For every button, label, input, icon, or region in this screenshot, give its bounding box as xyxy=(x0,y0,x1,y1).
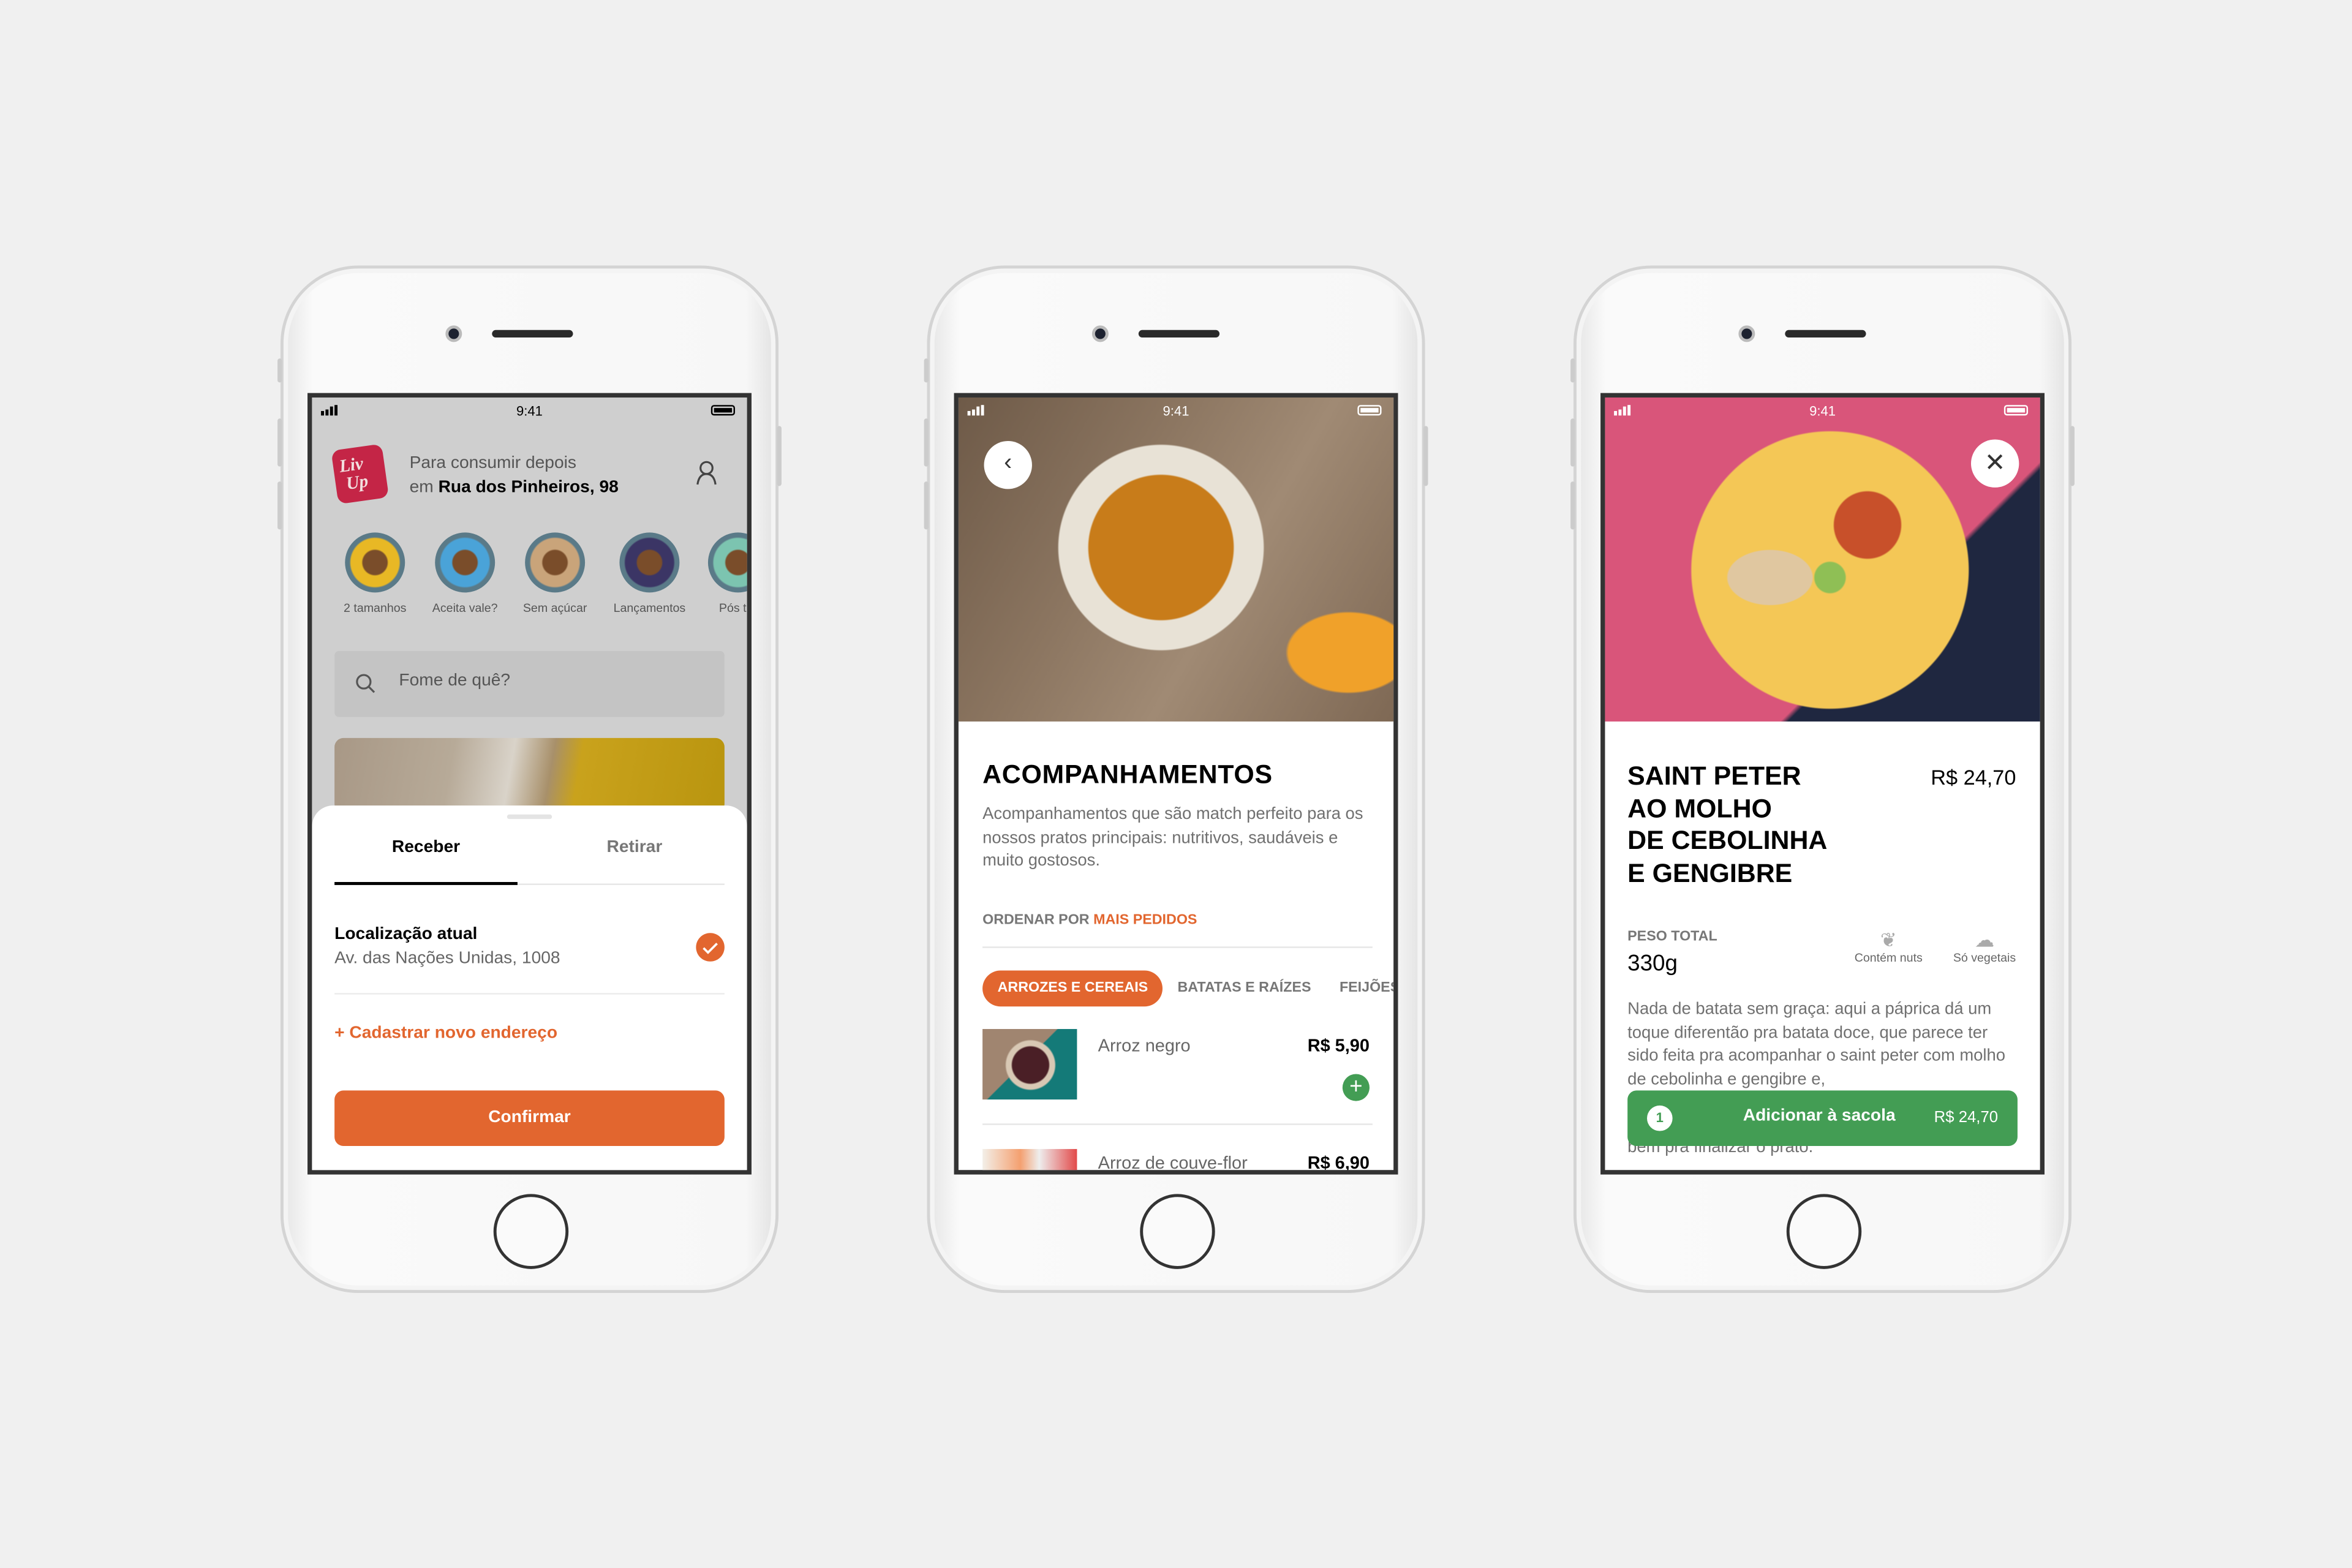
category-image xyxy=(345,532,405,593)
weight-value: 330g xyxy=(1627,951,1678,977)
category-item[interactable]: Lançamentos xyxy=(605,532,695,615)
close-icon: ✕ xyxy=(1984,448,2006,477)
camera xyxy=(445,325,462,342)
item-name[interactable]: Arroz de couve-flor xyxy=(1098,1152,1248,1170)
chip-arrozes[interactable]: ARROZES E CEREAIS xyxy=(982,970,1163,1007)
quantity-badge[interactable]: 1 xyxy=(1647,1105,1673,1131)
status-bar: 9:41 xyxy=(312,398,747,424)
add-to-bag-button[interactable]: 1 Adicionar à sacola R$ 24,70 xyxy=(1627,1090,2018,1147)
weight-label: PESO TOTAL xyxy=(1627,928,1717,945)
phone-product: 9:41 ✕ SAINT PETER AO MOLHO DE CEBOLINHA E … xyxy=(1570,265,2075,1294)
category-label: Sem açúcar xyxy=(522,601,587,616)
location-address: Av. das Nações Unidas, 1008 xyxy=(334,949,560,968)
category-image xyxy=(707,532,747,593)
status-time: 9:41 xyxy=(516,403,543,419)
sort-control[interactable]: ORDENAR POR MAIS PEDIDOS xyxy=(982,912,1197,929)
category-item[interactable]: Sem açúcar xyxy=(510,532,600,615)
check-icon[interactable] xyxy=(696,933,725,962)
user-icon[interactable] xyxy=(696,461,717,486)
category-label: Lançamentos xyxy=(613,601,686,616)
item-price: R$ 6,90 xyxy=(1307,1152,1370,1174)
search-placeholder: Fome de quê? xyxy=(399,672,511,690)
search-icon xyxy=(356,674,375,693)
tab-indicator xyxy=(334,882,518,885)
home-button[interactable] xyxy=(1786,1194,1862,1269)
home-button[interactable] xyxy=(1140,1194,1215,1269)
chip-feijoes[interactable]: FEIJÕES xyxy=(1340,971,1393,1007)
add-to-bag-price: R$ 24,70 xyxy=(1934,1108,1999,1127)
category-item[interactable]: Pós tre xyxy=(693,532,751,616)
page-title: ACOMPANHAMENTOS xyxy=(982,759,1273,790)
sheet-handle[interactable] xyxy=(507,814,552,820)
featured-image[interactable] xyxy=(334,737,725,813)
category-label: Aceita vale? xyxy=(432,601,498,616)
back-button[interactable]: ‹ xyxy=(984,441,1032,489)
nuts-icon: ❦ xyxy=(1880,928,1897,951)
location-title[interactable]: Localização atual xyxy=(334,925,477,943)
phone-category: 9:41 ‹ ACOMPANHAMENTOS Acompanhamentos q… xyxy=(924,265,1428,1294)
battery-icon xyxy=(710,405,736,416)
category-description: Acompanhamentos que são match perfeito p… xyxy=(982,805,1363,870)
category-label: Pós tre xyxy=(718,601,751,616)
speaker xyxy=(492,330,573,338)
plus-icon: + xyxy=(1349,1074,1363,1100)
category-screen: 9:41 ‹ ACOMPANHAMENTOS Acompanhamentos q… xyxy=(954,393,1398,1175)
item-name[interactable]: Arroz negro xyxy=(1098,1035,1191,1056)
liv-up-logo[interactable]: Liv Up xyxy=(331,443,390,505)
product-price: R$ 24,70 xyxy=(1931,764,2016,790)
chip-batatas[interactable]: BATATAS E RAÍZES xyxy=(1177,971,1311,1007)
tab-receber[interactable]: Receber xyxy=(334,839,518,856)
sort-value[interactable]: MAIS PEDIDOS xyxy=(1093,912,1197,929)
chevron-left-icon: ‹ xyxy=(1004,450,1012,476)
tag-nuts: ❦ Contém nuts xyxy=(1839,928,1938,965)
search-input[interactable]: Fome de quê? xyxy=(334,650,725,717)
delivery-address[interactable]: Para consumir depois em Rua dos Pinheiro… xyxy=(410,451,619,499)
product-screen: 9:41 ✕ SAINT PETER AO MOLHO DE CEBOLINHA E … xyxy=(1600,393,2045,1175)
add-item-button[interactable]: + xyxy=(1342,1074,1370,1101)
category-item[interactable]: Aceita vale? xyxy=(420,532,510,615)
add-address-link[interactable]: + Cadastrar novo endereço xyxy=(334,1025,557,1042)
close-button[interactable]: ✕ xyxy=(1970,439,2019,488)
tab-retirar[interactable]: Retirar xyxy=(529,839,739,856)
confirm-button[interactable]: Confirmar xyxy=(334,1090,725,1147)
address-text: Rua dos Pinheiros, 98 xyxy=(438,478,619,497)
hero-image xyxy=(958,397,1394,722)
address-prefix: em xyxy=(409,478,434,497)
category-item[interactable]: 2 tamanhos xyxy=(330,532,420,615)
status-bar: 9:41 xyxy=(1605,398,2040,424)
item-image[interactable] xyxy=(982,1029,1077,1100)
product-title: SAINT PETER AO MOLHO DE CEBOLINHA E GENGIBR… xyxy=(1627,760,1828,888)
status-bar: 9:41 xyxy=(959,398,1393,424)
item-image[interactable] xyxy=(982,1148,1077,1170)
home-screen: 9:41 Liv Up Para consumir depois em Rua … xyxy=(307,393,752,1175)
category-image xyxy=(435,532,496,593)
add-to-bag-label: Adicionar à sacola xyxy=(1743,1107,1896,1125)
home-button[interactable] xyxy=(493,1194,569,1269)
tag-vegetais: ☁ Só vegetais xyxy=(1935,928,2034,965)
delivery-sheet: Receber Retirar Localização atual Av. da… xyxy=(312,805,747,1170)
broccoli-icon: ☁ xyxy=(1975,928,1994,951)
category-image xyxy=(619,532,680,593)
category-label: 2 tamanhos xyxy=(344,601,407,616)
product-description: Nada de batata sem graça: aqui a páprica… xyxy=(1627,1000,2005,1088)
item-price: R$ 5,90 xyxy=(1307,1035,1370,1057)
category-image xyxy=(525,532,586,593)
phone-home: 9:41 Liv Up Para consumir depois em Rua … xyxy=(277,265,782,1294)
header-subtitle: Para consumir depois xyxy=(409,454,576,473)
